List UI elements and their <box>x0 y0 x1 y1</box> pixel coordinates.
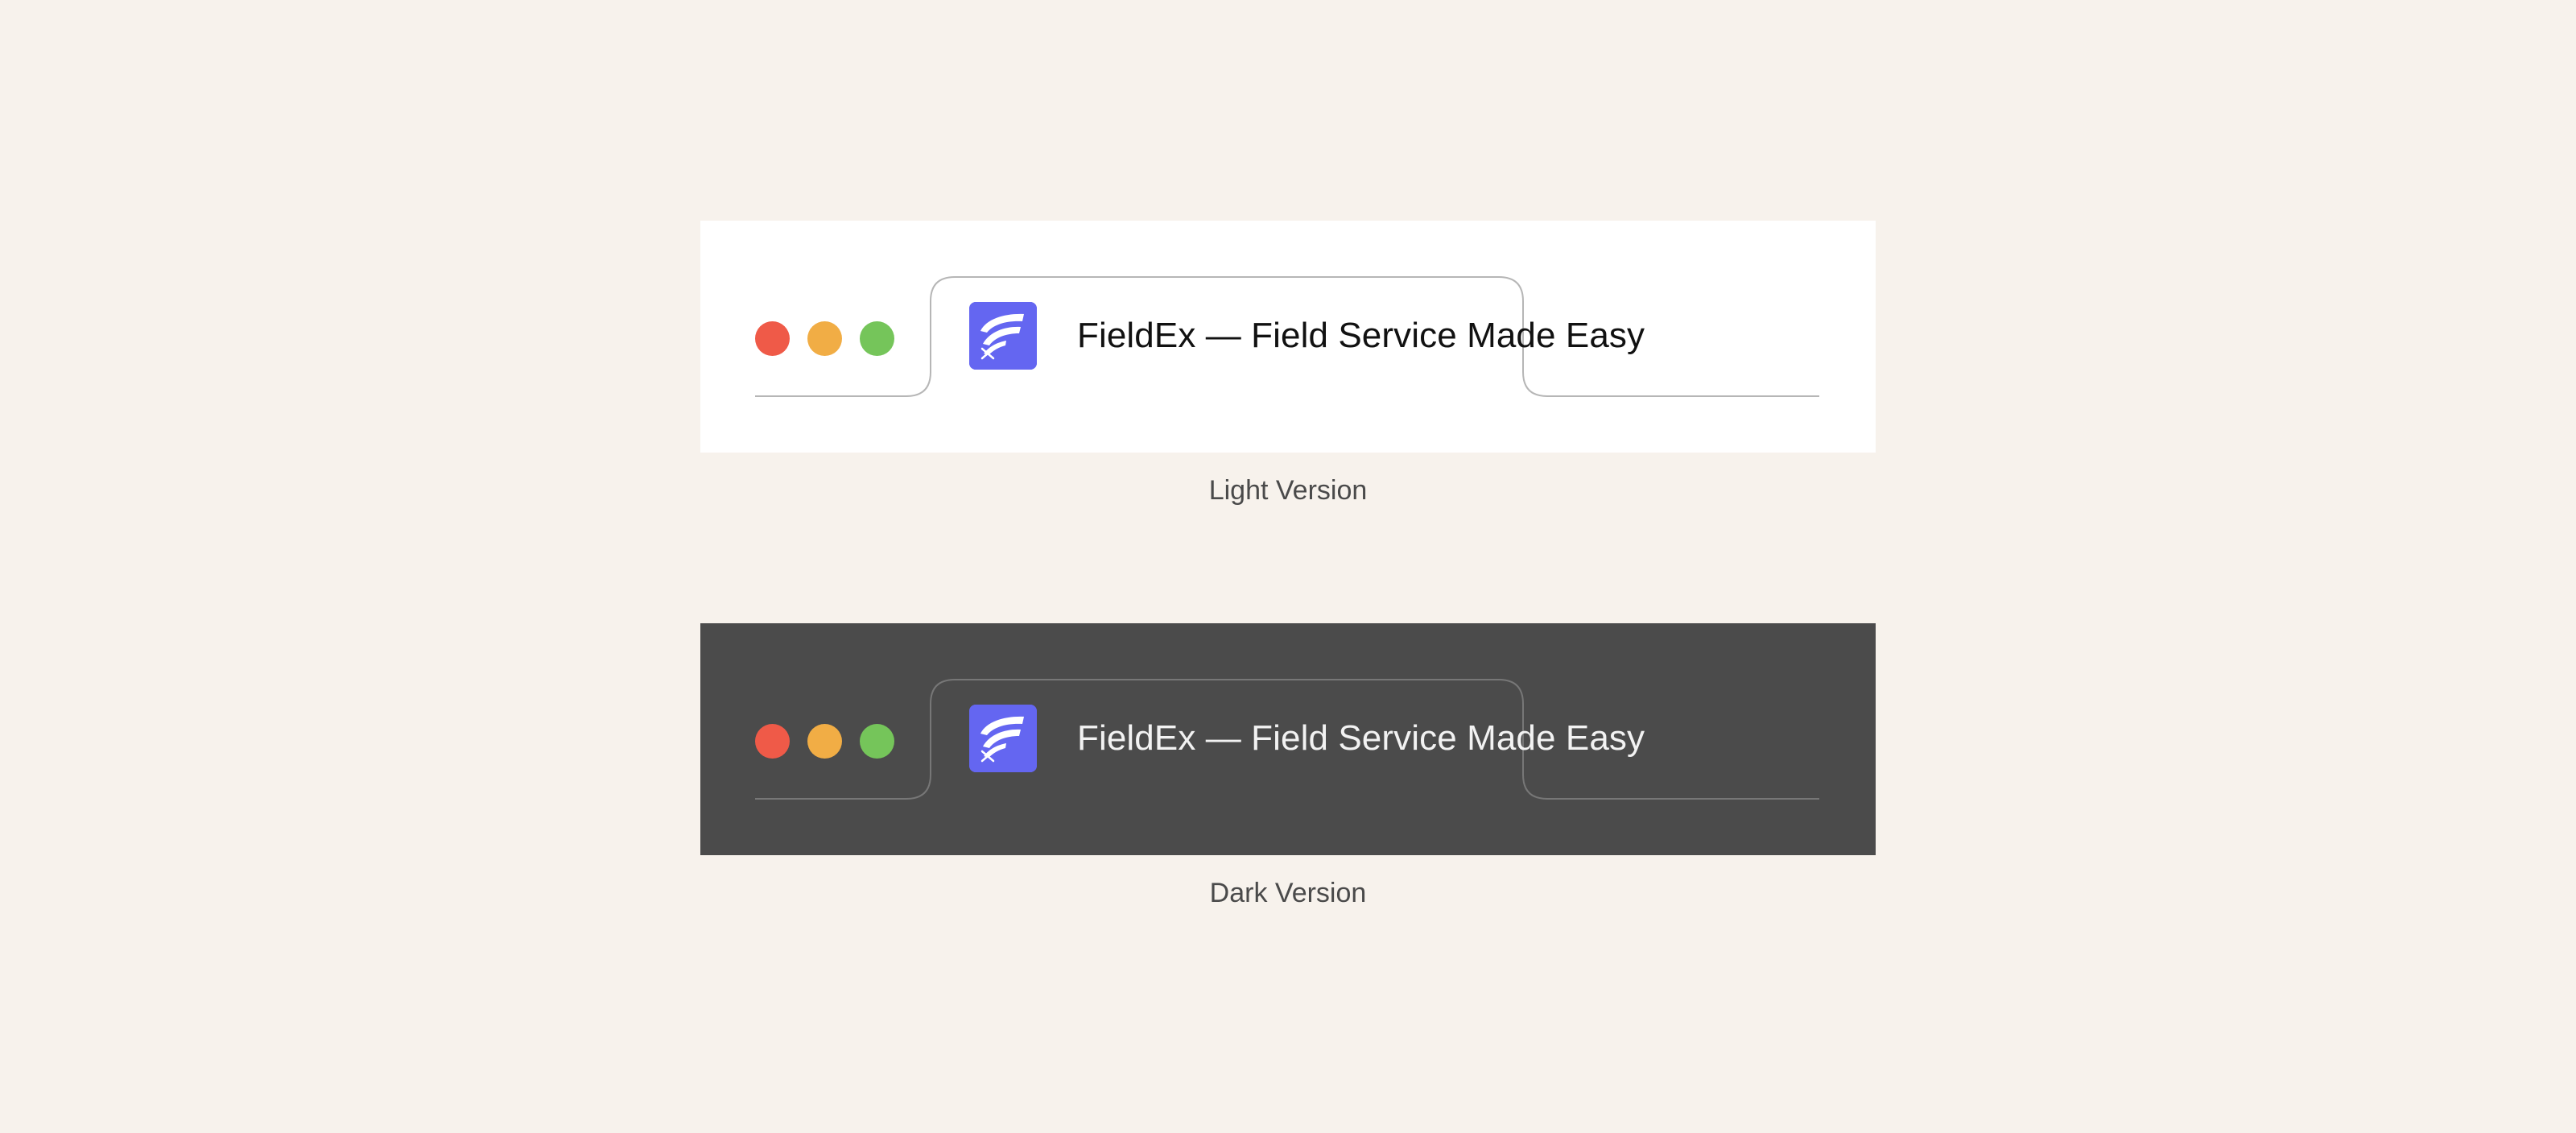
maximize-window-button[interactable] <box>860 321 894 356</box>
browser-tab[interactable]: FieldEx — Field Service Made Easy <box>931 680 1645 797</box>
browser-tab-bar: FieldEx — Field Service Made Easy <box>700 623 1876 855</box>
fieldex-logo-icon <box>969 705 1037 772</box>
window-controls <box>755 724 894 759</box>
fieldex-logo-icon <box>969 302 1037 370</box>
dark-version-mockup: FieldEx — Field Service Made Easy Dark V… <box>700 623 1876 909</box>
variant-caption: Light Version <box>1208 475 1368 506</box>
close-window-button[interactable] <box>755 724 790 759</box>
tab-title: FieldEx — Field Service Made Easy <box>1077 718 1645 758</box>
light-version-mockup: FieldEx — Field Service Made Easy Light … <box>700 221 1876 507</box>
minimize-window-button[interactable] <box>807 321 842 356</box>
browser-tab[interactable]: FieldEx — Field Service Made Easy <box>931 277 1645 395</box>
minimize-window-button[interactable] <box>807 724 842 759</box>
tab-title: FieldEx — Field Service Made Easy <box>1077 316 1645 355</box>
variant-caption: Dark Version <box>1209 878 1367 908</box>
browser-tab-bar: FieldEx — Field Service Made Easy <box>700 221 1876 453</box>
window-controls <box>755 321 894 356</box>
maximize-window-button[interactable] <box>860 724 894 759</box>
close-window-button[interactable] <box>755 321 790 356</box>
